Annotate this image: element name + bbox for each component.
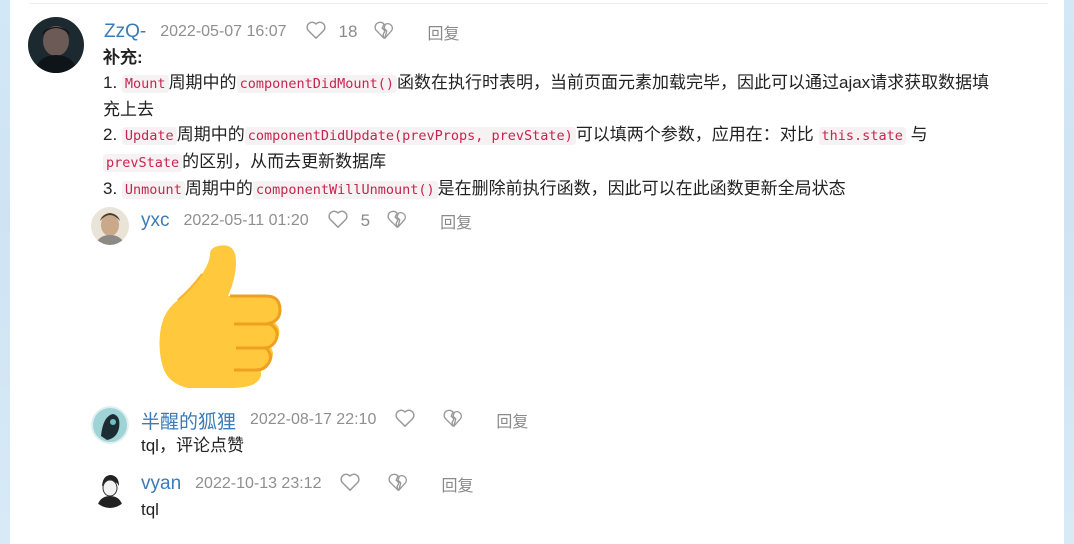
like-count: 5: [360, 211, 371, 230]
inline-code: Mount: [121, 75, 169, 93]
dislike-broken-heart-icon[interactable]: [387, 472, 409, 497]
inline-code: prevState: [103, 154, 183, 172]
timestamp: 2022-08-17 22:10: [250, 411, 377, 428]
text-span: 的区别，从而去更新数据库: [182, 152, 387, 171]
dislike-broken-heart-icon[interactable]: [386, 209, 408, 234]
comment-body: 补充: 1. Mount 周期中的 componentDidMount() 函数在执行…: [103, 45, 1063, 203]
like-heart-icon[interactable]: [327, 209, 349, 234]
username[interactable]: vyan: [141, 473, 181, 495]
text-span: 充上去: [103, 100, 154, 119]
like-heart-icon[interactable]: [339, 472, 361, 497]
comment-meta: 半醒的狐狸 2022-08-17 22:10 回复: [141, 407, 528, 433]
username[interactable]: 半醒的狐狸: [141, 407, 236, 434]
timestamp: 2022-10-13 23:12: [195, 475, 322, 492]
comment-panel: ZzQ- 2022-05-07 16:07 18 回复 补充: 1. Mount…: [10, 0, 1064, 544]
item-number: 2.: [103, 125, 118, 144]
text-span: 是在删除前执行函数，因此可以在此函数更新全局状态: [437, 179, 846, 198]
comment-text: tql，评论点赞: [141, 436, 244, 455]
text-span: 周期中的: [184, 179, 253, 198]
reply-button[interactable]: 回复: [441, 472, 473, 496]
divider: [30, 3, 1048, 4]
text-span: 函数在执行时表明，当前页面元素加载完毕，因此可以通过ajax请求获取数据填: [397, 73, 990, 92]
list-item-continuation: prevState 的区别，从而去更新数据库: [103, 149, 1063, 176]
reply-button[interactable]: 回复: [427, 20, 459, 44]
inline-code: Update: [121, 127, 177, 145]
text-span: 周期中的: [168, 73, 237, 92]
timestamp: 2022-05-07 16:07: [160, 23, 287, 40]
thumbs-up-emoji: 👍: [148, 238, 298, 388]
inline-code: Unmount: [121, 181, 185, 199]
comment-meta: yxc 2022-05-11 01:20 5 回复: [141, 208, 472, 234]
dislike-broken-heart-icon[interactable]: [442, 408, 464, 433]
text-span: 周期中的: [176, 125, 245, 144]
like-heart-icon[interactable]: [305, 20, 327, 45]
timestamp: 2022-05-11 01:20: [183, 212, 309, 229]
avatar-zzq[interactable]: [28, 17, 84, 73]
item-number: 1.: [103, 73, 118, 92]
list-item: 1. Mount 周期中的 componentDidMount() 函数在执行时表明，…: [103, 70, 1063, 97]
dislike-broken-heart-icon[interactable]: [373, 20, 395, 45]
text-span: 可以填两个参数，应用在：对比: [575, 125, 814, 144]
inline-code: componentDidMount(): [236, 75, 397, 93]
text-span: 与: [910, 125, 928, 144]
inline-code: this.state: [818, 127, 906, 145]
reply-button[interactable]: 回复: [440, 209, 472, 233]
reply-button[interactable]: 回复: [496, 408, 528, 432]
list-item: 2. Update 周期中的 componentDidUpdate(prevProp…: [103, 122, 1063, 149]
inline-code: componentWillUnmount(): [252, 181, 438, 199]
avatar-vyan[interactable]: [91, 470, 129, 508]
like-heart-icon[interactable]: [394, 408, 416, 433]
list-item-continuation: 充上去: [103, 97, 1063, 122]
avatar-yxc[interactable]: [91, 207, 129, 245]
comment-label: 补充:: [103, 48, 143, 67]
username[interactable]: yxc: [141, 210, 170, 232]
avatar-fox[interactable]: [91, 406, 129, 444]
inline-code: componentDidUpdate(prevProps, prevState): [244, 127, 576, 145]
comment-meta: vyan 2022-10-13 23:12 回复: [141, 471, 473, 497]
comment-meta: ZzQ- 2022-05-07 16:07 18 回复: [104, 19, 459, 45]
comment-text: tql: [141, 500, 159, 519]
username[interactable]: ZzQ-: [104, 21, 146, 43]
like-count: 18: [338, 22, 358, 41]
item-number: 3.: [103, 179, 118, 198]
list-item: 3. Unmount 周期中的 componentWillUnmount() 是在删除…: [103, 176, 1063, 203]
